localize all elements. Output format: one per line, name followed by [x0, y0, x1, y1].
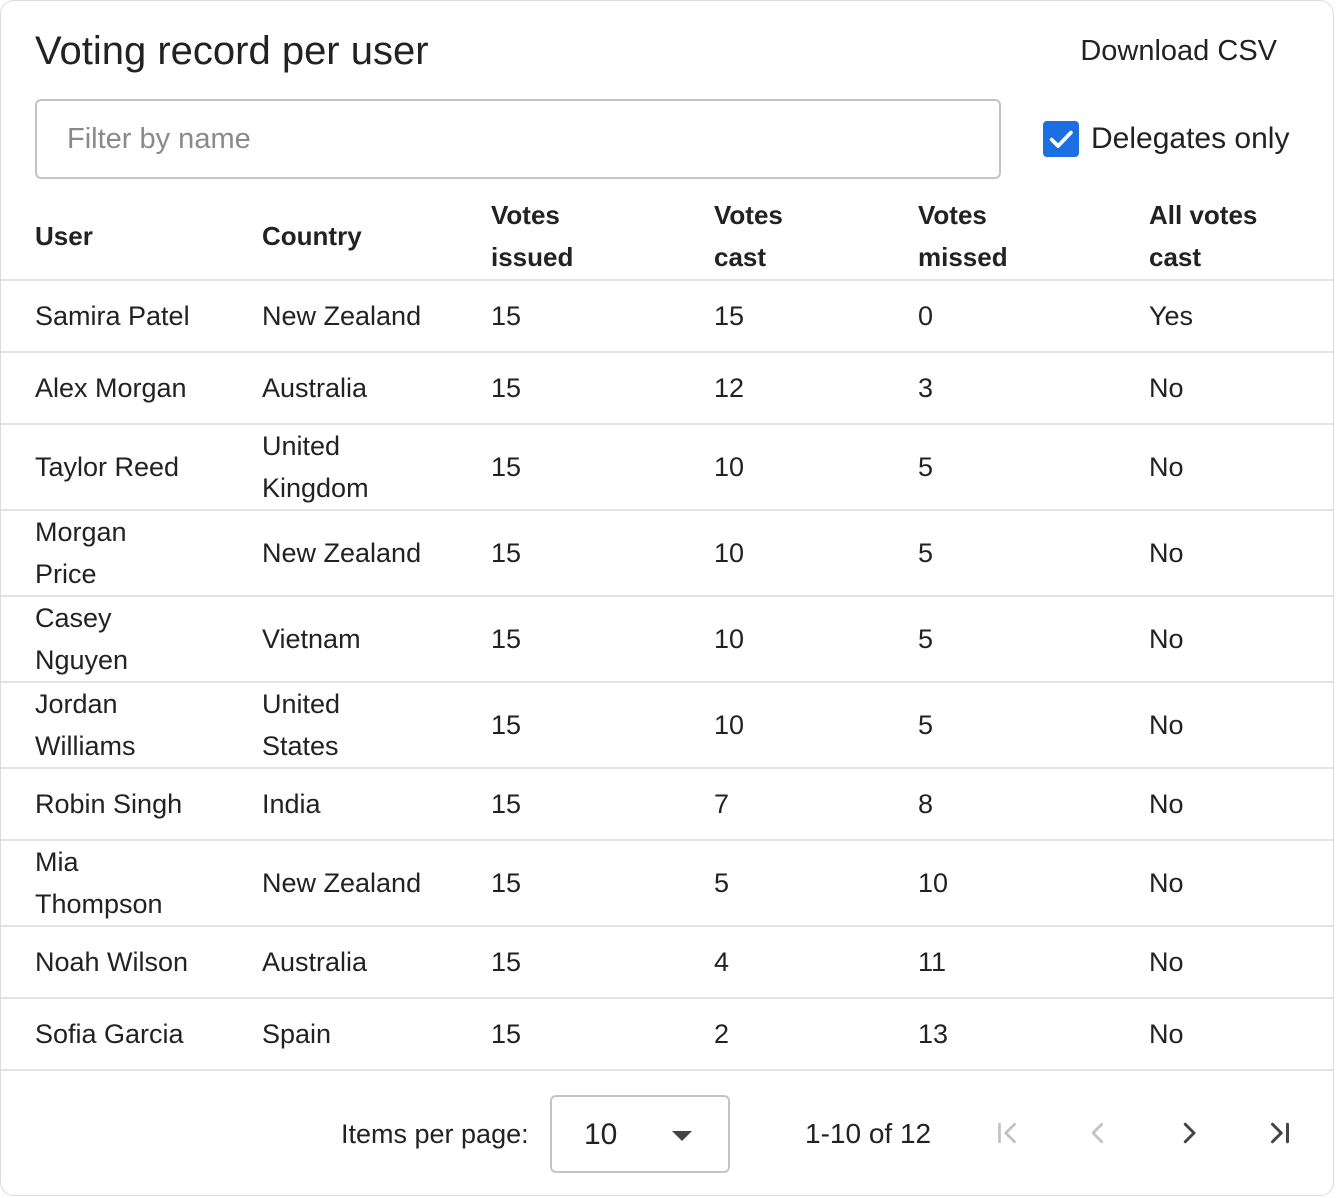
- column-header-votes-cast[interactable]: Votes cast: [714, 193, 918, 281]
- column-header-votes-issued[interactable]: Votes issued: [491, 193, 714, 281]
- cell-country: New Zealand: [262, 280, 491, 353]
- cell-votes-cast: 10: [714, 424, 918, 511]
- cell-votes-issued: 15: [491, 768, 714, 841]
- cell-all-votes-cast: No: [1149, 596, 1333, 683]
- last-page-icon: [1271, 1122, 1289, 1144]
- column-header-country[interactable]: Country: [262, 193, 491, 281]
- cell-all-votes-cast: No: [1149, 998, 1333, 1071]
- cell-user: Morgan Price: [1, 510, 262, 597]
- cell-all-votes-cast: No: [1149, 424, 1333, 511]
- dropdown-arrow-icon: [672, 1131, 692, 1141]
- cell-votes-issued: 15: [491, 840, 714, 927]
- cell-votes-cast: 10: [714, 510, 918, 597]
- cell-country: India: [262, 768, 491, 841]
- items-per-page-value: 10: [584, 1118, 618, 1151]
- next-page-button[interactable]: [1169, 1113, 1209, 1153]
- table-row: Samira Patel New Zealand 15 15 0 Yes: [1, 280, 1333, 353]
- cell-country: Spain: [262, 998, 491, 1071]
- cell-votes-cast: 4: [714, 926, 918, 999]
- chevron-right-icon: [1183, 1122, 1196, 1144]
- cell-votes-cast: 15: [714, 280, 918, 353]
- cell-votes-missed: 5: [918, 424, 1149, 511]
- page-range-label: 1-10 of 12: [805, 1118, 932, 1149]
- voting-record-card: Voting record per user Download CSV Dele…: [0, 0, 1334, 1196]
- column-header-votes-missed[interactable]: Votes missed: [918, 193, 1149, 281]
- pagination-bar: Items per page: 10 1-10 of 12: [1, 1073, 1333, 1195]
- cell-user: Mia Thompson: [1, 840, 262, 927]
- page-title: Voting record per user: [35, 29, 429, 73]
- table-row: Alex Morgan Australia 15 12 3 No: [1, 352, 1333, 425]
- first-page-icon: [998, 1122, 1016, 1144]
- cell-votes-missed: 5: [918, 510, 1149, 597]
- cell-votes-cast: 5: [714, 840, 918, 927]
- table-row: Morgan Price New Zealand 15 10 5 No: [1, 510, 1333, 597]
- cell-votes-issued: 15: [491, 596, 714, 683]
- cell-votes-missed: 13: [918, 998, 1149, 1071]
- voting-table: User Country Votes issued Votes cast Vot…: [1, 193, 1333, 1071]
- cell-user: Jordan Williams: [1, 682, 262, 769]
- cell-votes-missed: 5: [918, 596, 1149, 683]
- previous-page-button[interactable]: [1078, 1113, 1118, 1153]
- cell-votes-issued: 15: [491, 682, 714, 769]
- cell-country: Australia: [262, 926, 491, 999]
- cell-votes-missed: 5: [918, 682, 1149, 769]
- table-row: Noah Wilson Australia 15 4 11 No: [1, 926, 1333, 999]
- cell-votes-issued: 15: [491, 280, 714, 353]
- cell-user: Sofia Garcia: [1, 998, 262, 1071]
- cell-votes-cast: 10: [714, 682, 918, 769]
- items-per-page-select[interactable]: 10: [550, 1095, 730, 1173]
- checkbox-checked-icon[interactable]: [1043, 121, 1079, 157]
- cell-country: New Zealand: [262, 510, 491, 597]
- cell-all-votes-cast: No: [1149, 768, 1333, 841]
- filter-by-name-input[interactable]: [35, 99, 1001, 179]
- column-header-user[interactable]: User: [1, 193, 262, 281]
- cell-votes-issued: 15: [491, 424, 714, 511]
- cell-votes-issued: 15: [491, 998, 714, 1071]
- table-header-row: User Country Votes issued Votes cast Vot…: [1, 193, 1333, 281]
- table-row: Mia Thompson New Zealand 15 5 10 No: [1, 840, 1333, 927]
- cell-user: Noah Wilson: [1, 926, 262, 999]
- cell-user: Taylor Reed: [1, 424, 262, 511]
- chevron-left-icon: [1091, 1122, 1104, 1144]
- table-row: Jordan Williams United States 15 10 5 No: [1, 682, 1333, 769]
- cell-user: Casey Nguyen: [1, 596, 262, 683]
- table-row: Casey Nguyen Vietnam 15 10 5 No: [1, 596, 1333, 683]
- cell-all-votes-cast: No: [1149, 926, 1333, 999]
- cell-votes-missed: 8: [918, 768, 1149, 841]
- cell-country: Australia: [262, 352, 491, 425]
- download-csv-button[interactable]: Download CSV: [1080, 31, 1277, 71]
- cell-all-votes-cast: Yes: [1149, 280, 1333, 353]
- cell-votes-missed: 11: [918, 926, 1149, 999]
- cell-votes-cast: 12: [714, 352, 918, 425]
- cell-user: Alex Morgan: [1, 352, 262, 425]
- cell-user: Robin Singh: [1, 768, 262, 841]
- cell-votes-cast: 7: [714, 768, 918, 841]
- cell-all-votes-cast: No: [1149, 510, 1333, 597]
- table-row: Taylor Reed United Kingdom 15 10 5 No: [1, 424, 1333, 511]
- cell-country: United Kingdom: [262, 424, 491, 511]
- table-row: Sofia Garcia Spain 15 2 13 No: [1, 998, 1333, 1071]
- cell-country: United States: [262, 682, 491, 769]
- cell-votes-cast: 2: [714, 998, 918, 1071]
- cell-votes-issued: 15: [491, 510, 714, 597]
- cell-votes-missed: 10: [918, 840, 1149, 927]
- cell-votes-missed: 3: [918, 352, 1149, 425]
- cell-votes-cast: 10: [714, 596, 918, 683]
- table-row: Robin Singh India 15 7 8 No: [1, 768, 1333, 841]
- last-page-button[interactable]: [1260, 1113, 1300, 1153]
- cell-votes-issued: 15: [491, 352, 714, 425]
- delegates-only-label: Delegates only: [1091, 122, 1290, 155]
- cell-user: Samira Patel: [1, 280, 262, 353]
- column-header-all-votes-cast[interactable]: All votes cast: [1149, 193, 1333, 281]
- cell-country: Vietnam: [262, 596, 491, 683]
- cell-all-votes-cast: No: [1149, 682, 1333, 769]
- cell-all-votes-cast: No: [1149, 352, 1333, 425]
- first-page-button[interactable]: [987, 1113, 1027, 1153]
- cell-votes-issued: 15: [491, 926, 714, 999]
- delegates-only-checkbox[interactable]: Delegates only: [1043, 119, 1289, 159]
- items-per-page-label: Items per page:: [341, 1119, 529, 1149]
- cell-country: New Zealand: [262, 840, 491, 927]
- cell-all-votes-cast: No: [1149, 840, 1333, 927]
- cell-votes-missed: 0: [918, 280, 1149, 353]
